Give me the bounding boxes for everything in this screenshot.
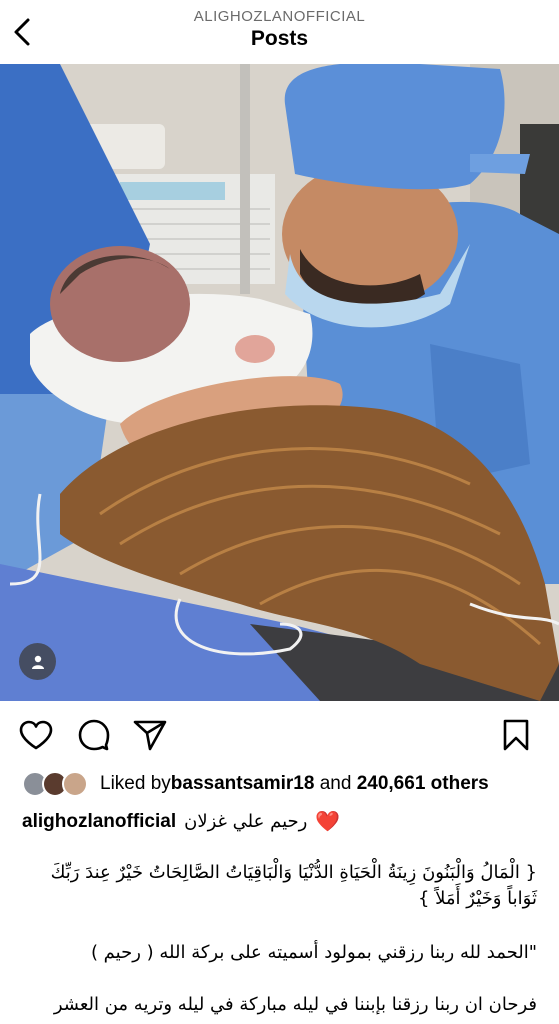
page-title: Posts — [250, 27, 309, 50]
likes-summary[interactable]: Liked by bassantsamir18 and 240,661 othe… — [22, 770, 489, 798]
save-button[interactable] — [498, 718, 534, 752]
share-button[interactable] — [132, 718, 168, 752]
tagged-users-button[interactable] — [19, 643, 56, 680]
caption-paragraph-1: "الحمد لله ربنا رزقني بمولود أسميته على … — [90, 942, 537, 963]
user-tag-icon — [31, 655, 44, 669]
paper-plane-icon — [133, 720, 167, 751]
bookmark-icon — [503, 719, 529, 751]
comment-icon — [78, 719, 110, 751]
comment-button[interactable] — [76, 718, 112, 752]
caption-paragraph-2: فرحان ان ربنا رزقنا بإبننا في ليله مبارك… — [53, 994, 537, 1015]
caption-username[interactable]: alighozlanofficial — [22, 808, 176, 835]
avatar — [62, 771, 88, 797]
caption-verse: { الْمَالُ وَالْبَنُونَ زِينَةُ الْحَيَا… — [50, 862, 537, 909]
likes-prefix: Liked by — [100, 773, 171, 794]
post-photo[interactable] — [0, 64, 559, 701]
action-bar — [0, 712, 559, 758]
photo-illustration — [0, 64, 559, 701]
red-heart-icon: ❤️ — [315, 809, 341, 833]
post-caption: alighozlanofficial رحيم علي غزلان ❤️ — [22, 808, 542, 835]
caption-text: رحيم علي غزلان — [184, 811, 308, 832]
likes-count[interactable]: 240,661 others — [357, 773, 489, 795]
like-button[interactable] — [18, 718, 54, 752]
header-username[interactable]: ALIGHOZLANOFFICIAL — [0, 8, 559, 25]
heart-icon — [19, 720, 53, 750]
liker-username[interactable]: bassantsamir18 — [171, 773, 315, 795]
post-header: ALIGHOZLANOFFICIAL Posts — [0, 0, 559, 64]
likes-middle: and — [314, 773, 357, 794]
liker-avatars — [22, 771, 92, 797]
